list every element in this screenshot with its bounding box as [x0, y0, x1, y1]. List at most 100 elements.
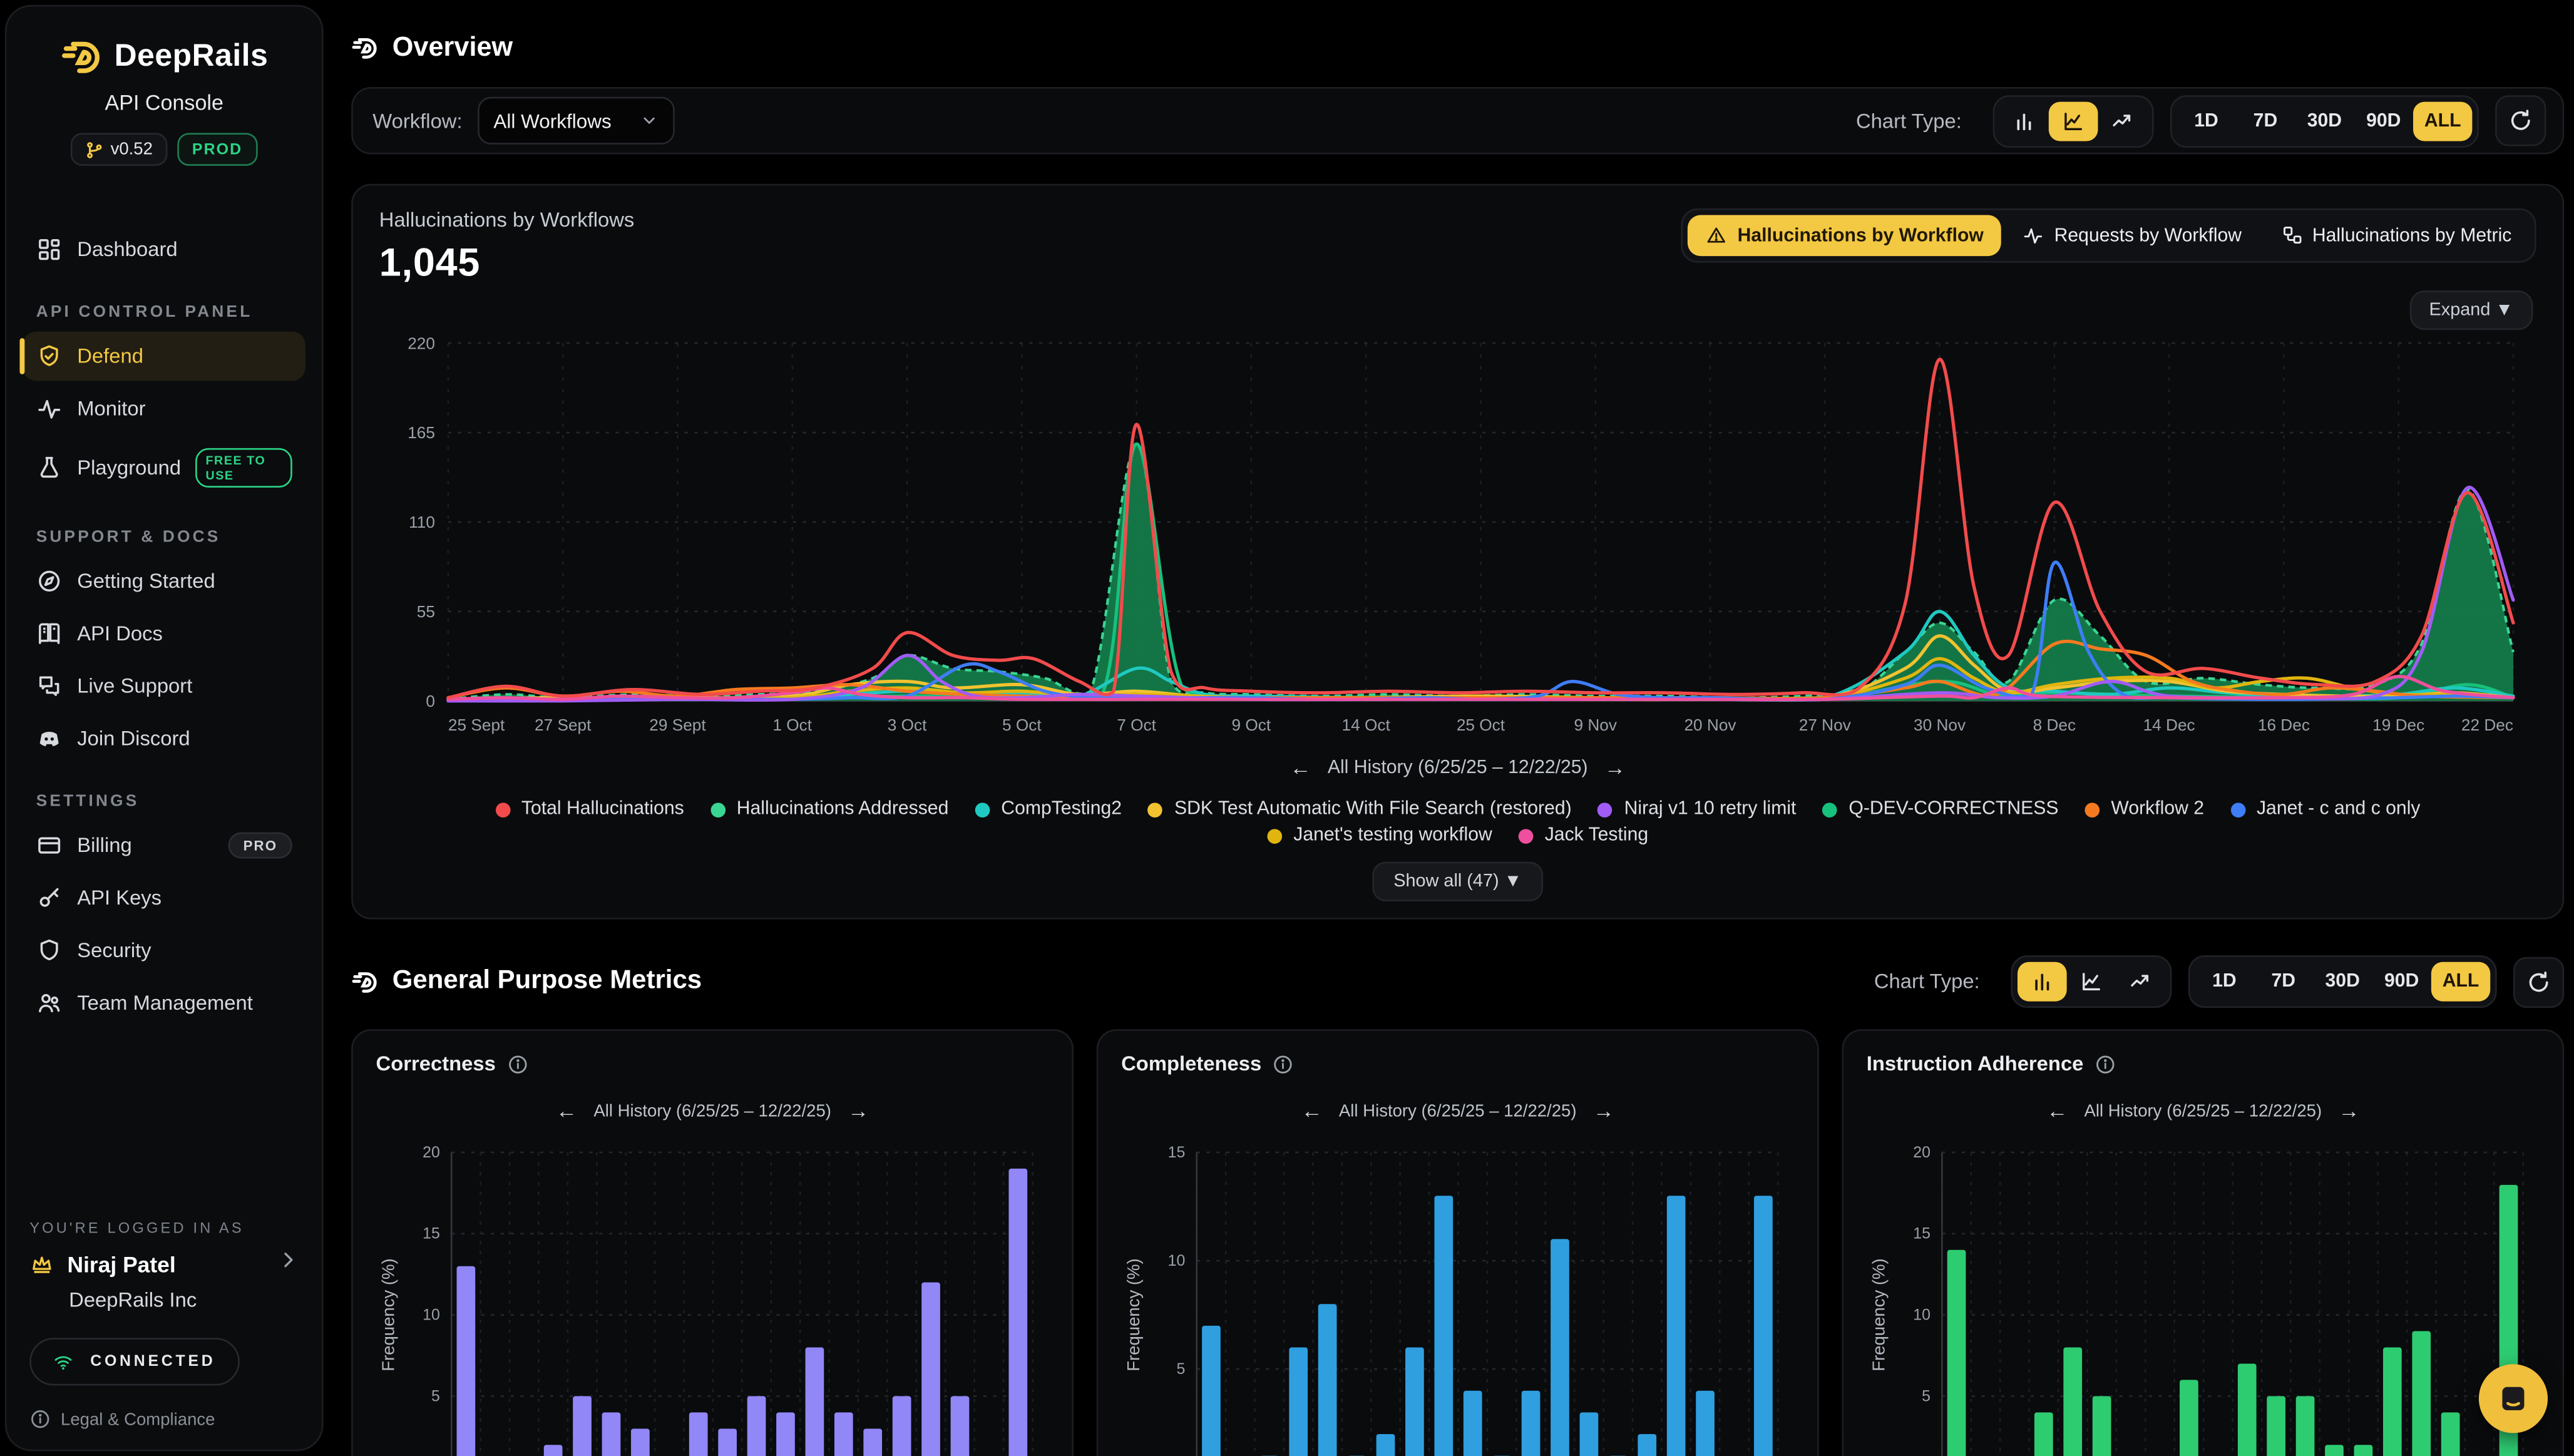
refresh-button[interactable] [2495, 95, 2546, 146]
next-arrow-icon[interactable]: → [1604, 755, 1626, 779]
range-30d-button[interactable]: 30D [2295, 101, 2354, 140]
svg-text:5: 5 [1922, 1387, 1930, 1405]
metrics-range-all-button[interactable]: ALL [2431, 962, 2490, 1002]
sidebar-item-getting-started[interactable]: Getting Started [23, 556, 305, 606]
user-row[interactable]: Niraj Patel [29, 1249, 299, 1279]
sidebar-item-api-keys[interactable]: API Keys [23, 873, 305, 923]
show-all-button[interactable]: Show all (47) ▼ [1372, 862, 1543, 901]
workflow-select[interactable]: All Workflows [477, 97, 674, 145]
legend-item[interactable]: Q-DEV-CORRECTNESS [1822, 799, 2058, 819]
legend-item[interactable]: Janet's testing workflow [1267, 826, 1492, 845]
legend-item[interactable]: Hallucinations Addressed [710, 799, 949, 819]
prev-arrow-icon[interactable]: ← [1301, 1098, 1323, 1122]
next-arrow-icon[interactable]: → [2338, 1098, 2359, 1122]
info-icon [29, 1408, 51, 1430]
metrics-refresh-button[interactable] [2513, 956, 2564, 1007]
legal-compliance-link[interactable]: Legal & Compliance [29, 1408, 299, 1430]
info-icon[interactable] [1273, 1053, 1295, 1074]
range-7d-button[interactable]: 7D [2236, 101, 2295, 140]
chart-type-label: Chart Type: [1874, 970, 1980, 993]
connection-status[interactable]: CONNECTED [29, 1338, 240, 1385]
svg-text:19 Dec: 19 Dec [2372, 715, 2424, 734]
info-icon[interactable] [507, 1053, 528, 1074]
main-content: Overview Workflow: All Workflows Chart T… [324, 0, 2574, 1456]
legend-dot [1598, 802, 1613, 817]
svg-text:10: 10 [1913, 1306, 1930, 1323]
svg-text:3 Oct: 3 Oct [888, 715, 927, 734]
info-icon[interactable] [2095, 1053, 2116, 1074]
svg-text:1 Oct: 1 Oct [772, 715, 812, 734]
prev-arrow-icon[interactable]: ← [2046, 1098, 2068, 1122]
sidebar-item-security[interactable]: Security [23, 926, 305, 975]
legend-item[interactable]: Niraj v1 10 retry limit [1598, 799, 1797, 819]
sidebar-item-billing[interactable]: Billing PRO [23, 821, 305, 870]
tab-hallucinations-by-workflow[interactable]: Hallucinations by Workflow [1688, 215, 2002, 257]
chart-type-line-button[interactable] [2098, 101, 2147, 140]
completeness-chart[interactable]: 0510152025303540455055606570758085909510… [1121, 1136, 1794, 1456]
sidebar-item-defend[interactable]: Defend [23, 332, 305, 381]
section-settings: SETTINGS [36, 793, 305, 811]
svg-text:Frequency (%): Frequency (%) [378, 1258, 397, 1371]
chart-type-bar-button[interactable] [1999, 101, 2049, 140]
chart-type-area-button[interactable] [2049, 101, 2098, 140]
connection-label: CONNECTED [90, 1353, 215, 1371]
legend-item[interactable]: Janet - c and c only [2230, 799, 2421, 819]
refresh-icon [2508, 108, 2533, 133]
metrics-chart-type-line-button[interactable] [2116, 962, 2165, 1002]
sidebar-item-live-support[interactable]: Live Support [23, 662, 305, 711]
expand-button[interactable]: Expand ▼ [2409, 290, 2533, 330]
sidebar-item-api-docs[interactable]: API Docs [23, 609, 305, 659]
tab-requests-by-workflow[interactable]: Requests by Workflow [2005, 215, 2260, 257]
sidebar-footer: YOU'RE LOGGED IN AS Niraj Patel DeepRail… [23, 1219, 305, 1430]
next-arrow-icon[interactable]: → [848, 1098, 869, 1122]
legend-dot [1267, 828, 1282, 843]
legend-item[interactable]: Jack Testing [1519, 826, 1648, 845]
chevron-right-icon[interactable] [277, 1249, 299, 1279]
metrics-range-90d-button[interactable]: 90D [2372, 962, 2431, 1002]
completeness-card: Completeness ← All History (6/25/25 – 12… [1097, 1029, 1819, 1456]
svg-text:22 Dec: 22 Dec [2461, 715, 2513, 734]
sidebar-item-monitor[interactable]: Monitor [23, 384, 305, 434]
sidebar-item-join-discord[interactable]: Join Discord [23, 714, 305, 764]
svg-text:9 Oct: 9 Oct [1232, 715, 1271, 734]
range-90d-button[interactable]: 90D [2354, 101, 2413, 140]
sidebar-item-dashboard[interactable]: Dashboard [23, 225, 305, 274]
correctness-title: Correctness [376, 1052, 496, 1075]
legend-item[interactable]: Workflow 2 [2084, 799, 2204, 819]
sidebar-item-team-management[interactable]: Team Management [23, 978, 305, 1028]
correctness-chart[interactable]: 0510152025303540455055606570758085909510… [376, 1136, 1049, 1456]
chat-launcher-button[interactable] [2479, 1364, 2548, 1433]
chart-tabs: Hallucinations by Workflow Requests by W… [1681, 208, 2536, 263]
metrics-chart-type-bar-button[interactable] [2018, 962, 2067, 1002]
section-api-control-panel: API CONTROL PANEL [36, 304, 305, 322]
legend-item[interactable]: Total Hallucinations [495, 799, 684, 819]
instruction-adherence-chart[interactable]: 0510152025303540455055606570758085909510… [1867, 1136, 2540, 1456]
version-badge[interactable]: v0.52 [71, 133, 168, 165]
metrics-range-1d-button[interactable]: 1D [2195, 962, 2254, 1002]
hallucinations-chart[interactable]: 25 Sept27 Sept29 Sept1 Oct3 Oct5 Oct7 Oc… [379, 330, 2530, 744]
svg-text:7 Oct: 7 Oct [1117, 715, 1156, 734]
svg-text:110: 110 [409, 513, 435, 531]
svg-text:15: 15 [423, 1225, 440, 1243]
instruction-adherence-card: Instruction Adherence ← All History (6/2… [1842, 1029, 2564, 1456]
tab-hallucinations-by-metric[interactable]: Hallucinations by Metric [2263, 215, 2530, 257]
legend-dot [2230, 802, 2245, 817]
svg-text:25 Oct: 25 Oct [1457, 715, 1505, 734]
range-all-button[interactable]: ALL [2413, 101, 2472, 140]
metrics-range-7d-button[interactable]: 7D [2254, 962, 2313, 1002]
range-segment: 1D 7D 30D 90D ALL [2170, 95, 2479, 147]
metrics-range-30d-button[interactable]: 30D [2313, 962, 2372, 1002]
legend-item[interactable]: SDK Test Automatic With File Search (res… [1148, 799, 1572, 819]
correctness-card: Correctness ← All History (6/25/25 – 12/… [351, 1029, 1074, 1456]
svg-text:165: 165 [408, 423, 435, 442]
prev-arrow-icon[interactable]: ← [556, 1098, 577, 1122]
svg-text:20: 20 [423, 1144, 440, 1161]
next-arrow-icon[interactable]: → [1593, 1098, 1614, 1122]
metrics-chart-type-area-button[interactable] [2067, 962, 2116, 1002]
sidebar-item-playground[interactable]: Playground FREE TO USE [23, 437, 305, 500]
legend-item[interactable]: CompTesting2 [975, 799, 1122, 819]
range-1d-button[interactable]: 1D [2177, 101, 2235, 140]
svg-text:16 Dec: 16 Dec [2258, 715, 2310, 734]
prev-arrow-icon[interactable]: ← [1290, 755, 1311, 779]
page-header: Overview [351, 0, 2564, 87]
